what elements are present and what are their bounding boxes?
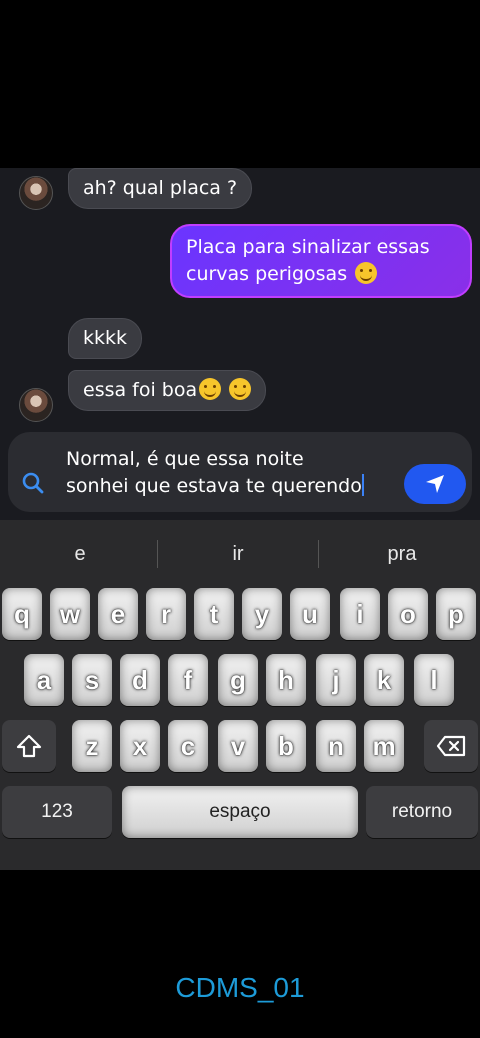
text-caret <box>361 474 364 496</box>
key[interactable]: x <box>120 720 160 772</box>
suggestion-item[interactable]: ir <box>158 534 318 574</box>
message-input[interactable]: Normal, é que essa noite sonhei que esta… <box>66 446 396 500</box>
backspace-icon <box>436 735 466 757</box>
message-sent: Placa para sinalizar essas curvas perigo… <box>170 224 472 298</box>
key[interactable]: f <box>168 654 208 706</box>
message-text-line: Placa para sinalizar essas <box>186 236 430 258</box>
shift-key[interactable] <box>2 720 56 772</box>
message-received: essa foi boa <box>68 370 267 411</box>
key[interactable]: g <box>218 654 258 706</box>
key[interactable]: y <box>242 588 282 640</box>
space-key[interactable]: espaço <box>122 786 358 838</box>
smirk-emoji-icon <box>355 262 378 284</box>
numbers-key[interactable]: 123 <box>2 786 112 838</box>
key[interactable]: v <box>218 720 258 772</box>
key[interactable]: l <box>414 654 454 706</box>
key[interactable]: e <box>98 588 138 640</box>
return-key[interactable]: retorno <box>366 786 478 838</box>
backspace-key[interactable] <box>424 720 478 772</box>
message-input-line: Normal, é que essa noite <box>66 448 304 470</box>
message-text-line-with-emoji: curvas perigosas <box>186 261 456 288</box>
key[interactable]: z <box>72 720 112 772</box>
key[interactable]: p <box>436 588 476 640</box>
message-text: kkkk <box>83 327 128 349</box>
suggestion-item[interactable]: pra <box>322 534 480 574</box>
key[interactable]: d <box>120 654 160 706</box>
key[interactable]: u <box>290 588 330 640</box>
contact-avatar[interactable] <box>19 176 53 210</box>
key[interactable]: t <box>194 588 234 640</box>
message-received: kkkk <box>68 318 143 359</box>
key[interactable]: w <box>50 588 90 640</box>
key[interactable]: a <box>24 654 64 706</box>
key[interactable]: m <box>364 720 404 772</box>
watermark-text: CDMS_01 <box>175 972 305 1003</box>
key[interactable]: o <box>388 588 428 640</box>
search-icon[interactable] <box>22 472 44 494</box>
send-icon <box>426 475 444 493</box>
message-received: ah? qual placa ? <box>68 168 253 209</box>
message-input-line: sonhei que estava te querendo <box>66 475 362 497</box>
key[interactable]: s <box>72 654 112 706</box>
send-button[interactable] <box>404 464 466 504</box>
suggestion-bar: e ir pra <box>0 534 480 574</box>
key[interactable]: k <box>364 654 404 706</box>
shift-icon <box>16 734 42 758</box>
key[interactable]: c <box>168 720 208 772</box>
key[interactable]: n <box>316 720 356 772</box>
key[interactable]: r <box>146 588 186 640</box>
key[interactable]: q <box>2 588 42 640</box>
message-composer[interactable]: Normal, é que essa noite sonhei que esta… <box>8 432 472 512</box>
key[interactable]: j <box>316 654 356 706</box>
message-text: ah? qual placa ? <box>83 177 238 199</box>
message-input-line-with-caret: sonhei que estava te querendo <box>66 473 396 500</box>
smile-emoji-icon <box>229 378 252 400</box>
key[interactable]: b <box>266 720 306 772</box>
keyboard: e ir pra q w e r t y u i o p a s d f g h… <box>0 520 480 870</box>
suggestion-item[interactable]: e <box>0 534 160 574</box>
contact-avatar[interactable] <box>19 388 53 422</box>
key[interactable]: h <box>266 654 306 706</box>
message-text: essa foi boa <box>83 379 198 401</box>
message-text-line: curvas perigosas <box>186 263 348 285</box>
divider <box>318 540 319 568</box>
smile-emoji-icon <box>199 378 222 400</box>
key[interactable]: i <box>340 588 380 640</box>
